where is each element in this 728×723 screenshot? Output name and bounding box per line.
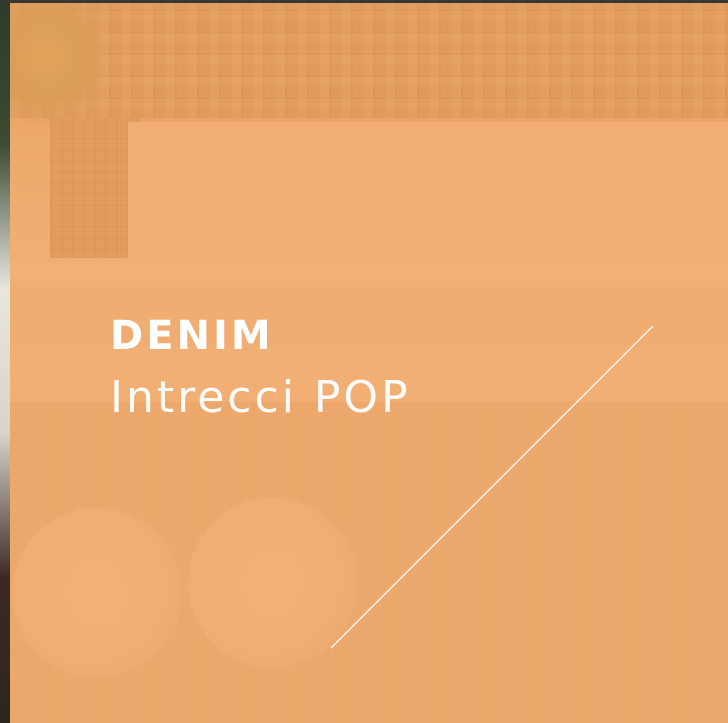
hero-title: DENIM [110,313,274,359]
hero-banner: DENIM Intrecci POP [0,0,728,723]
hero-subtitle: Intrecci POP [110,372,411,423]
